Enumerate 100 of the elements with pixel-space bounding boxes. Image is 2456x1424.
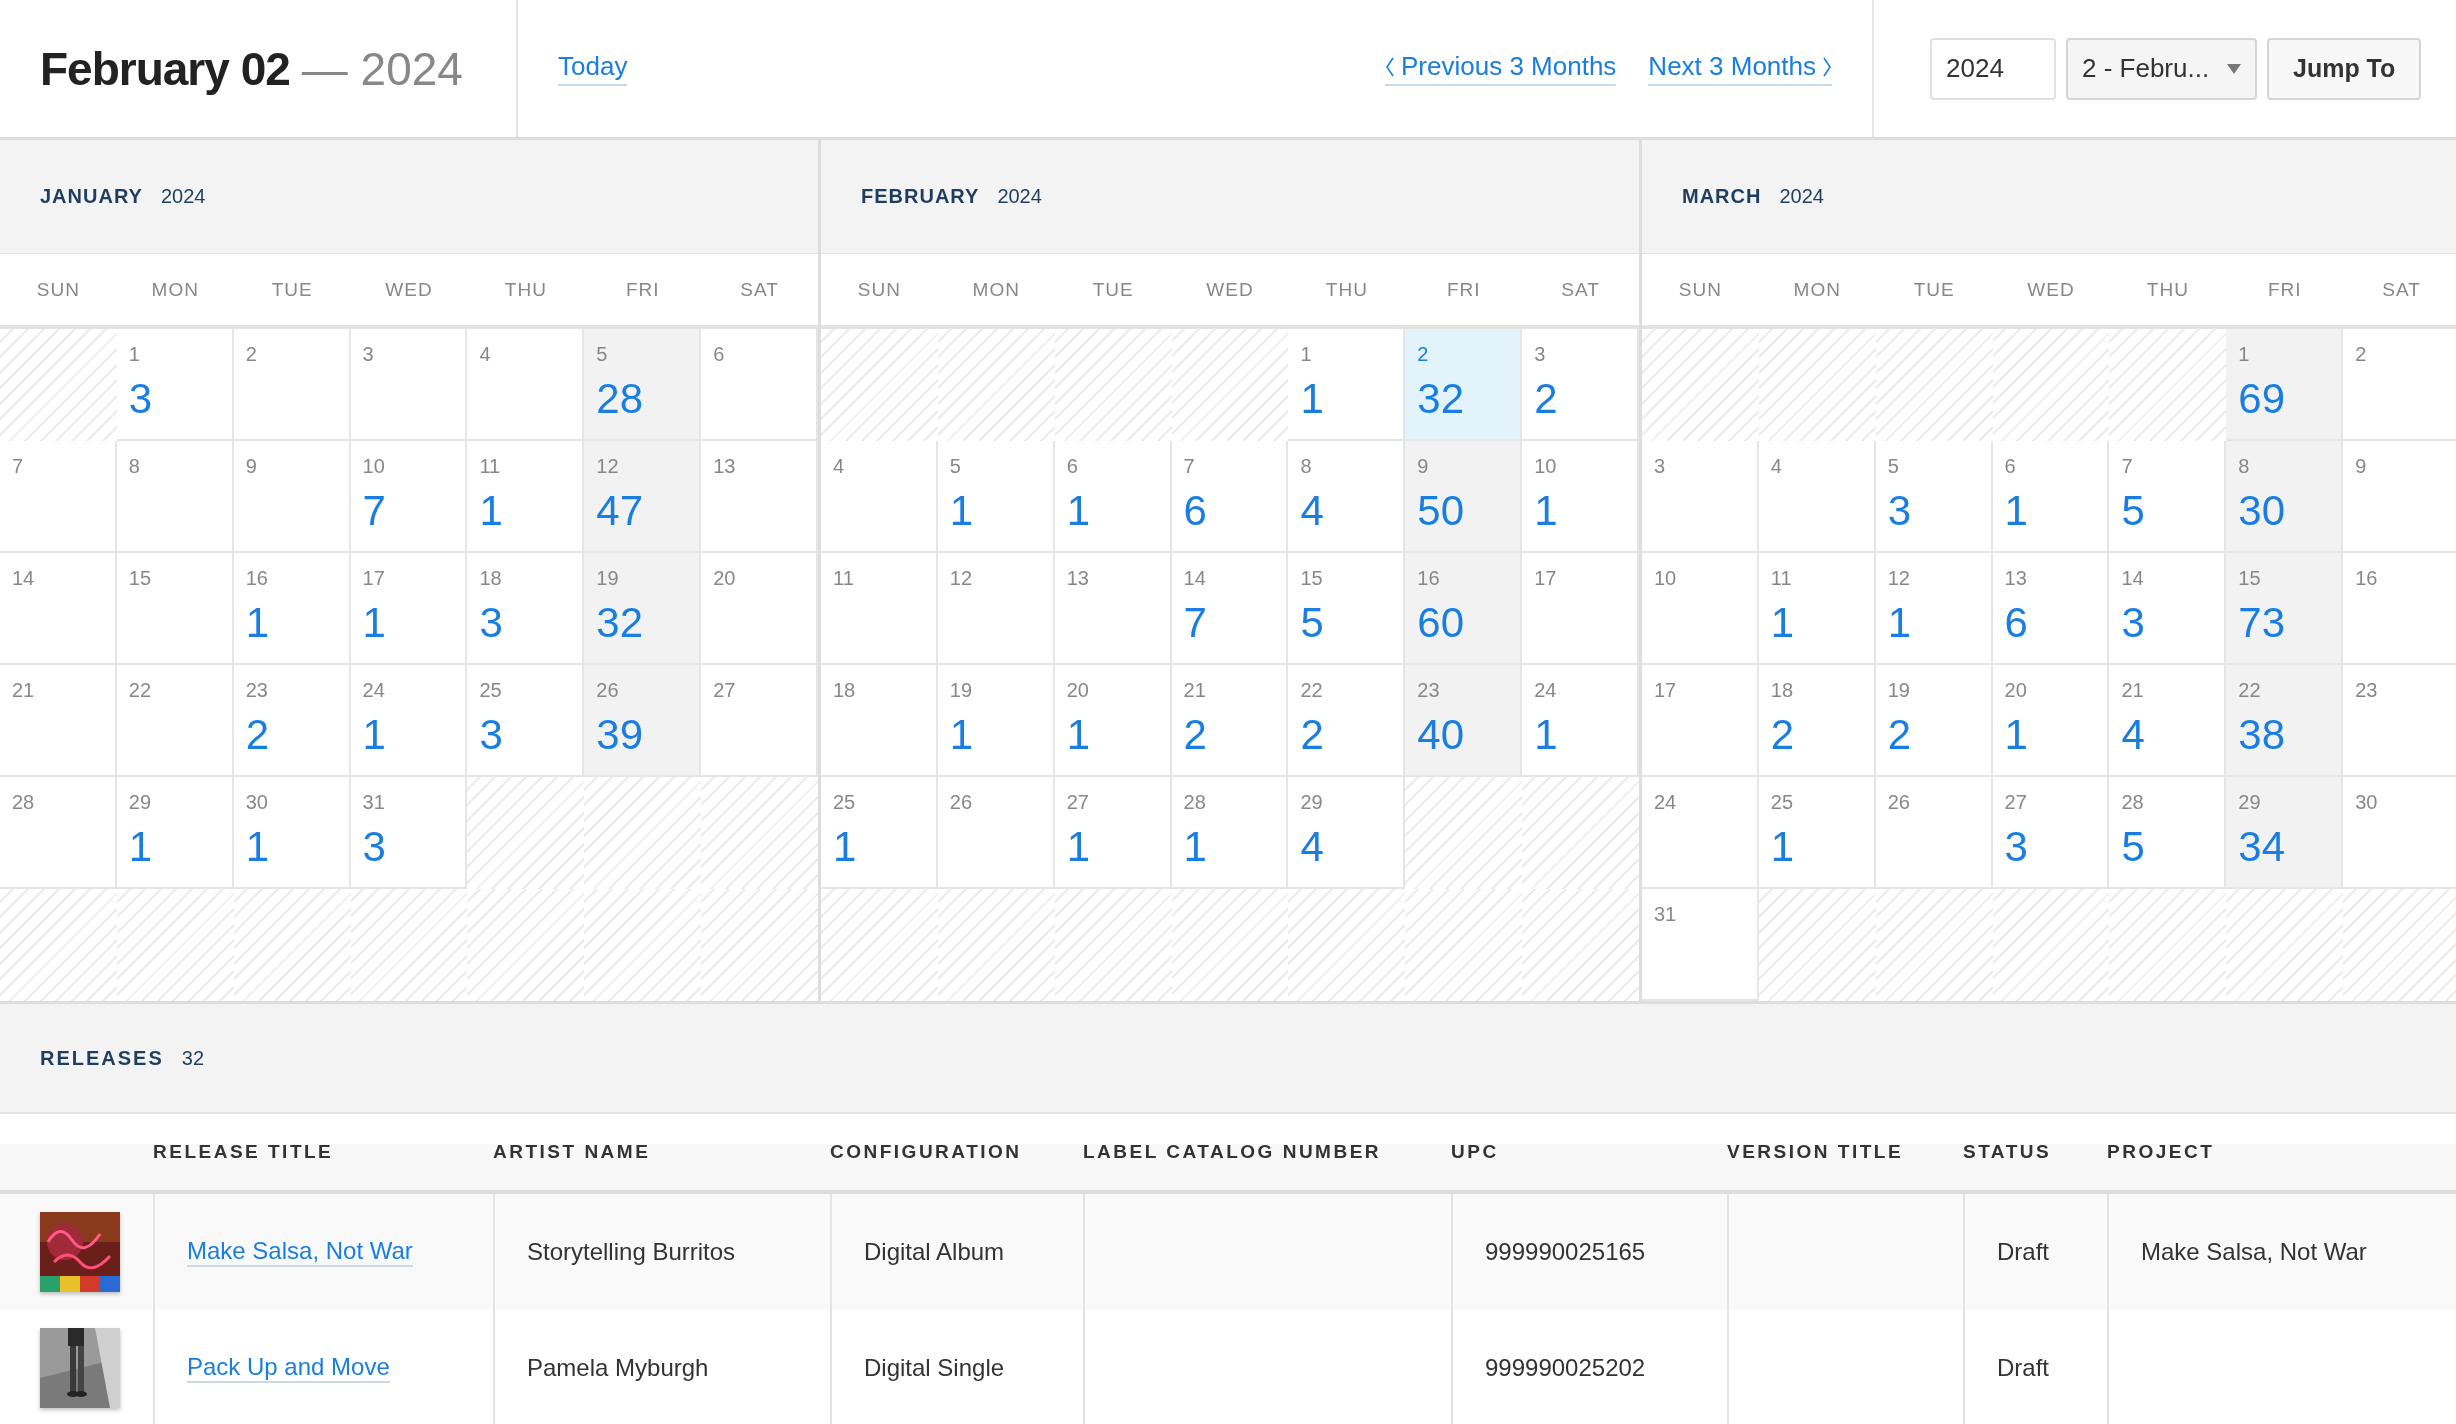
day-cell[interactable]: 23 40 (1405, 665, 1523, 777)
day-cell[interactable]: 18 3 (467, 553, 585, 665)
today-link[interactable]: Today (558, 51, 628, 86)
day-cell[interactable]: 8 (116, 441, 234, 553)
day-cell[interactable]: 4 (821, 441, 938, 553)
day-cell[interactable]: 18 (821, 665, 938, 777)
day-cell[interactable]: 20 (701, 553, 818, 665)
day-cell[interactable]: 4 (467, 329, 585, 441)
day-cell[interactable]: 26 (1875, 777, 1993, 889)
day-cell[interactable]: 14 3 (2109, 553, 2227, 665)
day-cell[interactable]: 28 (0, 777, 117, 889)
day-cell[interactable]: 11 1 (1758, 553, 1876, 665)
day-cell[interactable]: 27 1 (1054, 777, 1172, 889)
day-cell[interactable]: 5 3 (1875, 441, 1993, 553)
day-cell[interactable]: 26 (937, 777, 1055, 889)
day-cell[interactable]: 21 (0, 665, 117, 777)
day-cell[interactable]: 5 28 (584, 329, 702, 441)
day-cell[interactable]: 10 (1642, 553, 1759, 665)
day-cell[interactable]: 20 1 (1992, 665, 2110, 777)
day-cell[interactable]: 25 3 (467, 665, 585, 777)
day-cell[interactable]: 13 (1054, 553, 1172, 665)
day-cell[interactable]: 19 1 (937, 665, 1055, 777)
day-cell[interactable]: 11 1 (467, 441, 585, 553)
weekday-label: FRI (624, 278, 661, 301)
day-cell[interactable]: 16 60 (1405, 553, 1523, 665)
day-cell[interactable]: 5 1 (937, 441, 1055, 553)
day-cell[interactable]: 24 1 (1522, 665, 1639, 777)
day-cell[interactable]: 7 5 (2109, 441, 2227, 553)
day-cell[interactable]: 22 (116, 665, 234, 777)
day-cell[interactable]: 21 4 (2109, 665, 2227, 777)
day-cell[interactable]: 8 30 (2226, 441, 2344, 553)
day-cell[interactable]: 25 1 (1758, 777, 1876, 889)
day-cell[interactable]: 2 (233, 329, 351, 441)
day-cell[interactable]: 3 (350, 329, 468, 441)
day-cell[interactable]: 19 32 (584, 553, 702, 665)
day-cell[interactable]: 6 (701, 329, 818, 441)
day-cell[interactable]: 22 38 (2226, 665, 2344, 777)
day-cell[interactable]: 4 (1758, 441, 1876, 553)
day-cell[interactable]: 12 (937, 553, 1055, 665)
day-cell[interactable]: 27 3 (1992, 777, 2110, 889)
day-cell[interactable]: 9 50 (1405, 441, 1523, 553)
previous-link[interactable]: Previous 3 Months (1385, 51, 1617, 86)
day-cell[interactable]: 26 39 (584, 665, 702, 777)
day-cell[interactable]: 31 (1642, 889, 1759, 1001)
day-cell[interactable]: 3 (1642, 441, 1759, 553)
day-cell[interactable]: 31 3 (350, 777, 468, 889)
day-number: 22 (2238, 679, 2262, 702)
day-cell[interactable]: 22 2 (1288, 665, 1406, 777)
day-cell[interactable]: 2 32 (1405, 329, 1523, 441)
day-cell[interactable]: 17 (1642, 665, 1759, 777)
release-link[interactable]: Make Salsa, Not War (187, 1237, 413, 1267)
day-cell[interactable]: 12 1 (1875, 553, 1993, 665)
day-cell[interactable]: 15 73 (2226, 553, 2344, 665)
day-cell[interactable]: 19 2 (1875, 665, 1993, 777)
release-count: 50 (1417, 490, 1465, 532)
day-cell[interactable]: 1 69 (2226, 329, 2344, 441)
day-cell[interactable]: 15 5 (1288, 553, 1406, 665)
day-cell[interactable]: 29 34 (2226, 777, 2344, 889)
month-select[interactable]: 2 - Febru... (2066, 37, 2257, 100)
release-count: 3 (128, 378, 154, 420)
day-cell[interactable]: 16 1 (233, 553, 351, 665)
release-count: 3 (479, 602, 504, 644)
year-field[interactable]: 2024 (1930, 37, 2056, 100)
day-cell[interactable]: 14 7 (1171, 553, 1289, 665)
day-cell[interactable]: 20 1 (1054, 665, 1172, 777)
day-cell[interactable]: 10 1 (1522, 441, 1639, 553)
day-cell[interactable]: 29 1 (116, 777, 234, 889)
day-cell[interactable]: 11 (821, 553, 938, 665)
day-cell[interactable]: 18 2 (1758, 665, 1876, 777)
jump-button[interactable]: Jump To (2267, 37, 2422, 100)
day-cell[interactable]: 1 1 (1288, 329, 1406, 441)
day-cell[interactable]: 10 7 (350, 441, 468, 553)
day-cell[interactable]: 30 1 (233, 777, 351, 889)
day-cell[interactable]: 13 6 (1992, 553, 2110, 665)
day-cell[interactable]: 28 1 (1171, 777, 1289, 889)
day-cell[interactable]: 13 (701, 441, 818, 553)
day-cell[interactable]: 24 1 (350, 665, 468, 777)
day-cell[interactable]: 14 (0, 553, 117, 665)
next-link[interactable]: Next 3 Months (1648, 51, 1832, 86)
day-cell[interactable]: 7 (0, 441, 117, 553)
release-link[interactable]: Pack Up and Move (187, 1353, 390, 1383)
day-cell[interactable]: 15 (116, 553, 234, 665)
day-cell[interactable]: 8 4 (1288, 441, 1406, 553)
day-cell[interactable]: 17 (1522, 553, 1639, 665)
day-cell[interactable]: 21 2 (1171, 665, 1289, 777)
day-cell[interactable]: 24 (1642, 777, 1759, 889)
day-cell[interactable]: 9 (233, 441, 351, 553)
day-cell[interactable]: 23 2 (233, 665, 351, 777)
day-cell[interactable]: 27 (701, 665, 818, 777)
day-cell[interactable]: 3 2 (1522, 329, 1639, 441)
day-cell[interactable]: 28 5 (2109, 777, 2227, 889)
day-cell[interactable]: 7 6 (1171, 441, 1289, 553)
weekday-label: THU (1324, 278, 1369, 301)
day-cell[interactable]: 1 3 (116, 329, 234, 441)
day-cell[interactable]: 6 1 (1992, 441, 2110, 553)
day-cell[interactable]: 12 47 (584, 441, 702, 553)
day-cell[interactable]: 6 1 (1054, 441, 1172, 553)
day-cell[interactable]: 29 4 (1288, 777, 1406, 889)
day-cell[interactable]: 17 1 (350, 553, 468, 665)
day-cell[interactable]: 25 1 (821, 777, 938, 889)
